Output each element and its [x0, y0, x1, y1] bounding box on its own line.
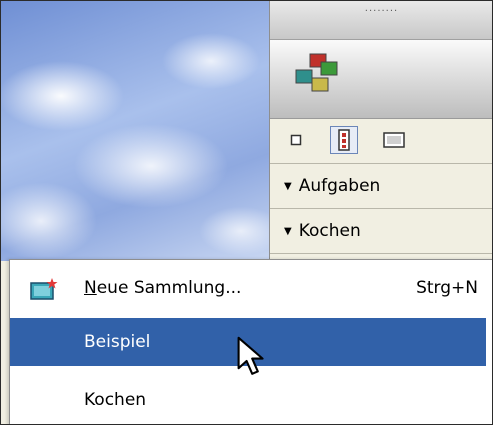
panel-header-area	[270, 40, 492, 119]
view-button-large[interactable]	[380, 126, 408, 154]
view-button-small[interactable]	[282, 126, 310, 154]
triangle-down-icon: ▼	[284, 225, 292, 237]
small-square-view-icon	[290, 134, 302, 146]
menu-item-label: Kochen	[84, 390, 147, 410]
menu-item-label: Beispiel	[84, 332, 151, 352]
triangle-down-icon: ▼	[284, 180, 292, 192]
section-kochen[interactable]: ▼ Kochen	[270, 209, 492, 254]
section-label: Kochen	[298, 221, 361, 241]
collection-icon[interactable]	[290, 52, 344, 98]
menu-item-kochen[interactable]: Kochen	[10, 376, 486, 424]
panel-title-bar[interactable]: ········	[270, 1, 492, 40]
sky-background-image	[1, 1, 269, 261]
collections-panel: ········ ▼ Aufgaben ▼ Kochen	[269, 1, 492, 261]
new-collection-icon	[30, 278, 58, 300]
view-toolbar	[270, 119, 492, 164]
mouse-pointer-icon	[237, 336, 264, 375]
window: ········ ▼ Aufgaben ▼ Kochen Neue Sammlu…	[0, 0, 493, 425]
section-label: Aufgaben	[298, 176, 381, 196]
view-button-filmstrip[interactable]	[330, 126, 358, 154]
menu-item-shortcut: Strg+N	[416, 278, 478, 298]
filmstrip-view-icon	[338, 129, 350, 151]
menu-item-new-collection[interactable]: Neue Sammlung... Strg+N	[10, 264, 486, 312]
menu-item-label: Neue Sammlung...	[84, 278, 242, 298]
large-view-icon	[383, 132, 405, 148]
drag-grip[interactable]: ········	[270, 7, 492, 17]
section-aufgaben[interactable]: ▼ Aufgaben	[270, 164, 492, 209]
